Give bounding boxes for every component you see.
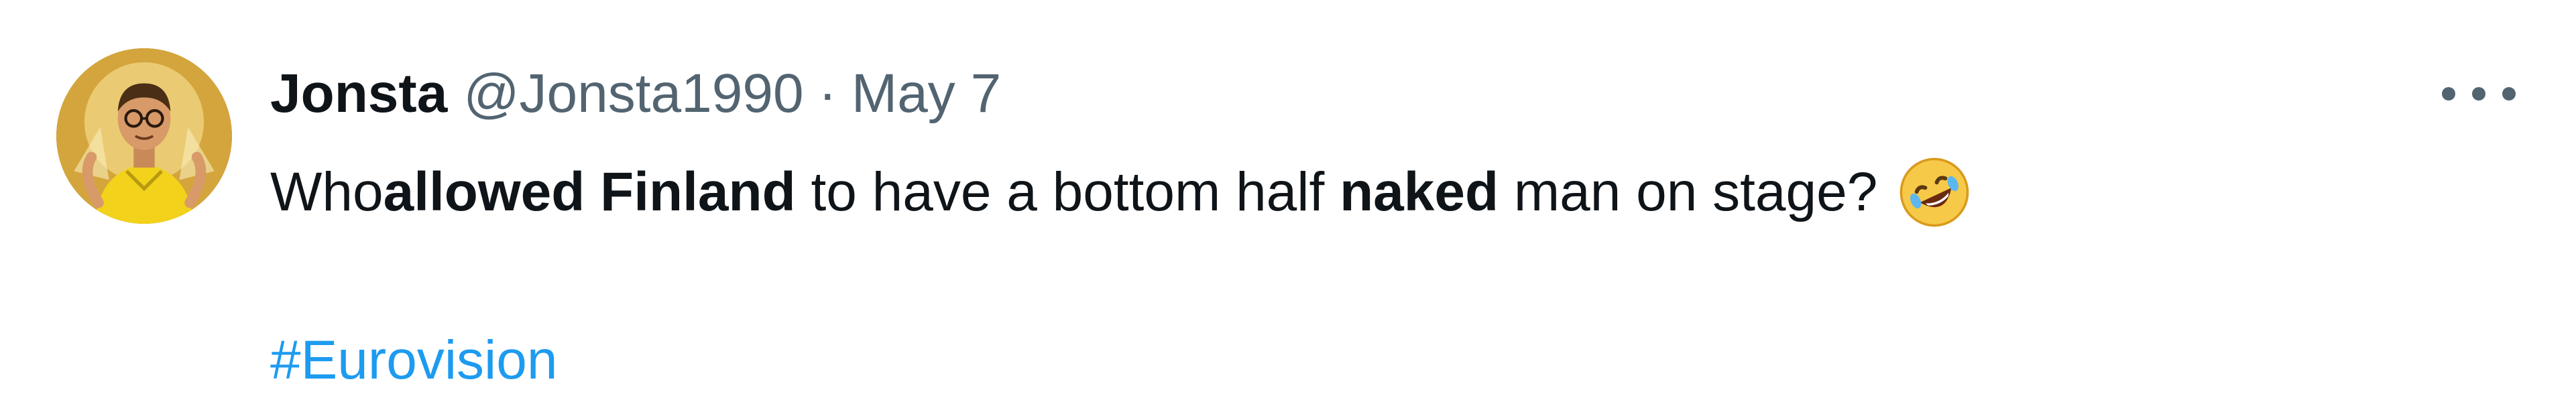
more-dot (2442, 87, 2455, 100)
tweet-text-segment: to have a bottom half (795, 161, 1340, 222)
more-options-icon[interactable] (2442, 74, 2516, 114)
rolling-on-floor-laughing-emoji-icon (1895, 153, 1974, 232)
author-handle[interactable]: @Jonsta1990 (463, 62, 803, 126)
more-dot (2502, 87, 2516, 100)
header-separator: · (818, 63, 837, 124)
avatar-illustration (56, 48, 232, 224)
tweet-text-segment (585, 155, 600, 229)
tweet-text-bold-segment: allowed (383, 161, 585, 222)
tweet-header: Jonsta @Jonsta1990 · May 7 (270, 62, 1001, 126)
user-avatar-icon[interactable] (56, 48, 232, 224)
tweet-text-bold-segment: naked (1340, 161, 1499, 222)
more-dot (2472, 87, 2485, 100)
tweet-date[interactable]: May 7 (852, 62, 1001, 126)
tweet-text-segment: Who (270, 161, 384, 222)
hashtag-link[interactable]: #Eurovision (270, 327, 557, 394)
author-display-name[interactable]: Jonsta (270, 62, 447, 126)
tweet-text-bold-segment: Finland (600, 161, 796, 222)
tweet-text: Who allowed Finland to have a bottom hal… (270, 153, 1974, 232)
tweet-card[interactable]: Jonsta @Jonsta1990 · May 7 Who allowed F… (0, 0, 2576, 402)
tweet-text-segment: man on stage? (1499, 161, 1878, 222)
